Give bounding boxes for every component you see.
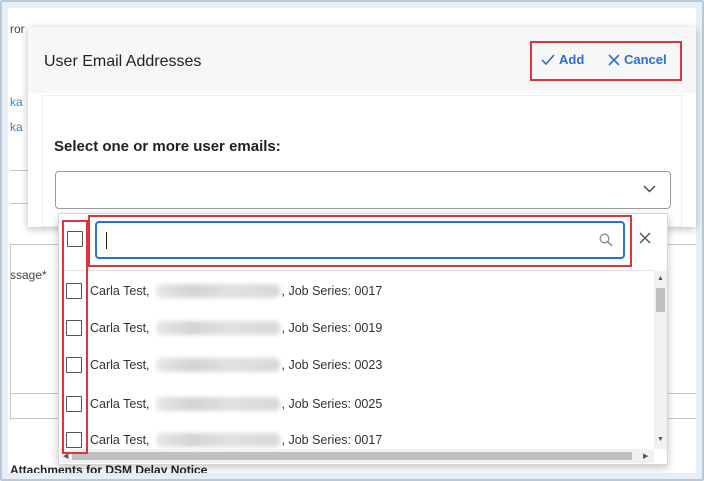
item-job-series: , Job Series: 0025 bbox=[281, 397, 383, 411]
vertical-scroll-thumb[interactable] bbox=[656, 288, 665, 312]
item-job-series: , Job Series: 0019 bbox=[281, 321, 383, 335]
scroll-down-arrow-icon[interactable]: ▼ bbox=[657, 436, 664, 443]
redacted-email bbox=[155, 433, 280, 447]
item-user-name: Carla Test, bbox=[90, 321, 150, 335]
cancel-button-label: Cancel bbox=[624, 52, 667, 67]
redacted-email bbox=[155, 321, 280, 335]
list-divider bbox=[60, 270, 654, 271]
cancel-button[interactable]: Cancel bbox=[608, 52, 667, 67]
list-item[interactable]: Carla Test, , Job Series: 0019 bbox=[66, 316, 626, 340]
select-emails-label: Select one or more user emails: bbox=[54, 138, 281, 155]
clear-search-icon[interactable] bbox=[639, 232, 651, 244]
close-icon bbox=[608, 53, 620, 66]
chevron-down-icon bbox=[643, 185, 656, 193]
horizontal-scroll-thumb[interactable] bbox=[72, 452, 632, 460]
email-select[interactable] bbox=[55, 171, 671, 209]
list-item[interactable]: Carla Test, , Job Series: 0025 bbox=[66, 392, 626, 416]
item-user-name: Carla Test, bbox=[90, 397, 150, 411]
add-button-label: Add bbox=[559, 52, 585, 67]
item-job-series: , Job Series: 0023 bbox=[281, 358, 383, 372]
add-button[interactable]: Add bbox=[541, 52, 584, 67]
scroll-right-arrow-icon[interactable]: ▶ bbox=[643, 453, 648, 460]
redacted-email bbox=[155, 397, 280, 411]
redacted-email bbox=[155, 284, 280, 298]
scroll-up-arrow-icon[interactable]: ▲ bbox=[657, 275, 664, 282]
list-item[interactable]: Carla Test, , Job Series: 0023 bbox=[66, 353, 626, 377]
dialog-title: User Email Addresses bbox=[44, 53, 202, 70]
scroll-left-arrow-icon[interactable]: ◀ bbox=[63, 453, 68, 460]
dialog-header: User Email Addresses Add Cancel bbox=[28, 27, 696, 93]
item-user-name: Carla Test, bbox=[90, 284, 150, 298]
check-icon bbox=[541, 53, 555, 65]
redacted-email bbox=[155, 358, 280, 372]
item-job-series: , Job Series: 0017 bbox=[281, 433, 383, 447]
checkbox-highlight-box bbox=[62, 220, 88, 454]
list-item[interactable]: Carla Test, , Job Series: 0017 bbox=[66, 279, 626, 303]
item-user-name: Carla Test, bbox=[90, 433, 150, 447]
user-email-dialog: User Email Addresses Add Cancel Select o… bbox=[28, 27, 696, 227]
item-user-name: Carla Test, bbox=[90, 358, 150, 372]
search-highlight-box bbox=[88, 215, 632, 267]
item-job-series: , Job Series: 0017 bbox=[281, 284, 383, 298]
